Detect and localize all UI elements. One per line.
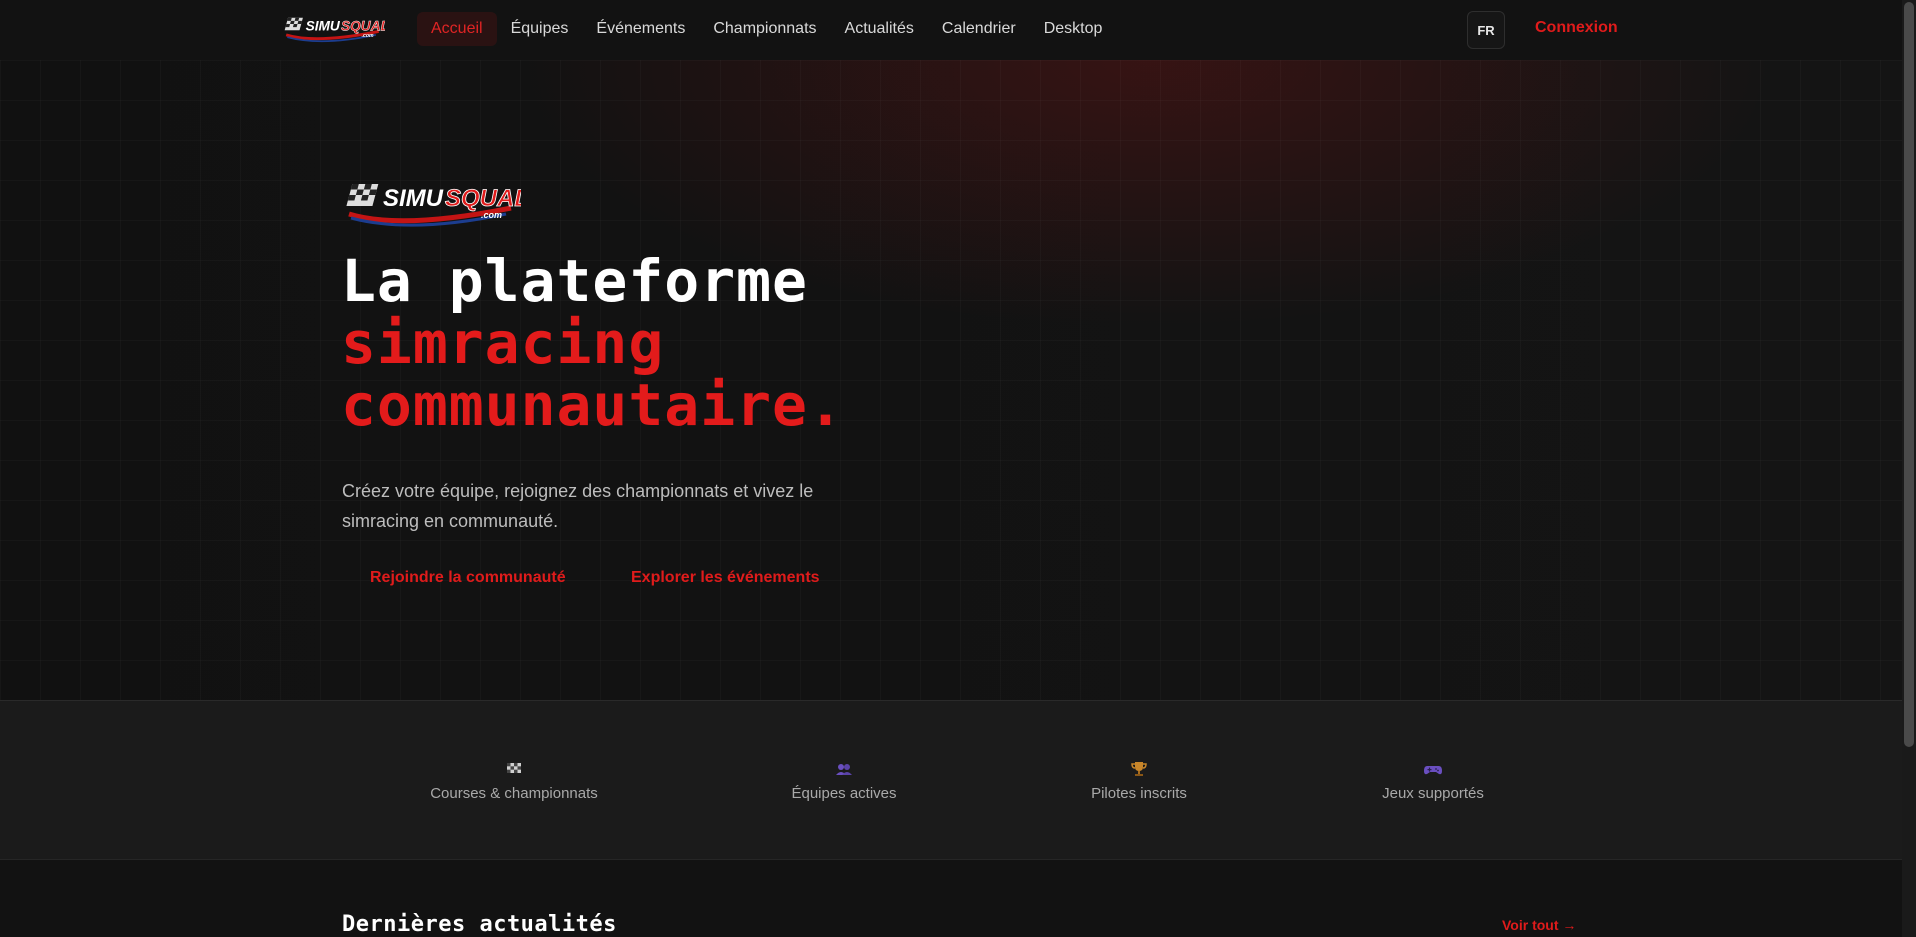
language-switcher-button[interactable]: FR [1467, 11, 1505, 49]
svg-text:SIMU: SIMU [383, 185, 444, 212]
svg-text:SQUAD: SQUAD [341, 18, 385, 33]
stat-label: Courses & championnats [430, 785, 598, 802]
stat-teams: Équipes actives [724, 759, 964, 803]
hero-title-line-3: communautaire. [341, 371, 844, 439]
login-link[interactable]: Connexion [1535, 19, 1618, 37]
stat-label: Équipes actives [791, 785, 897, 802]
simusquad-logo[interactable]: SIMU SQUAD .com [281, 12, 385, 44]
see-all-news-link[interactable]: Voir tout → [1502, 917, 1576, 933]
hero-title: La plateforme simracing communautaire. [341, 250, 844, 436]
nav-link-calendrier[interactable]: Calendrier [928, 12, 1030, 46]
simusquad-hero-logo: SIMU SQUAD .com [346, 184, 521, 227]
nav-link-equipes[interactable]: Équipes [497, 12, 583, 46]
svg-text:SIMU: SIMU [306, 18, 341, 33]
svg-text:SQUAD: SQUAD [445, 185, 521, 212]
nav-link-evenements[interactable]: Événements [582, 12, 699, 46]
nav-link-desktop[interactable]: Desktop [1030, 12, 1117, 46]
news-section-title: Dernières actualités [342, 912, 617, 937]
svg-text:.com: .com [362, 33, 374, 39]
stat-label: Pilotes inscrits [1091, 785, 1187, 802]
hero-section: SIMU SQUAD .com La plateforme simracing … [0, 60, 1916, 700]
trophy-icon [1131, 762, 1147, 776]
hero-grid-background [0, 60, 1916, 700]
join-community-button[interactable]: Rejoindre la communauté [370, 569, 566, 587]
nav-link-accueil[interactable]: Accueil [417, 12, 497, 46]
hero-title-line-1: La plateforme [341, 247, 808, 315]
scrollbar-thumb[interactable] [1904, 2, 1914, 747]
users-icon [836, 764, 852, 775]
hero-subtitle: Créez votre équipe, rejoignez des champi… [342, 481, 814, 531]
svg-text:.com: .com [481, 210, 502, 220]
nav-link-championnats[interactable]: Championnats [699, 12, 830, 46]
stat-drivers: Pilotes inscrits [1019, 759, 1259, 803]
main-nav: Accueil Équipes Événements Championnats … [417, 0, 1116, 58]
stats-strip: Courses & championnats Équipes actives P… [0, 700, 1916, 860]
hero-title-line-2: simracing [341, 309, 665, 377]
stat-races: Courses & championnats [394, 759, 634, 803]
page-scrollbar[interactable] [1902, 0, 1916, 937]
nav-link-actualites[interactable]: Actualités [831, 12, 928, 46]
explore-events-button[interactable]: Explorer les événements [631, 569, 820, 587]
stat-games: Jeux supportés [1313, 759, 1553, 803]
stat-label: Jeux supportés [1382, 785, 1484, 802]
checkered-flag-icon [507, 763, 521, 773]
top-navbar: SIMU SQUAD .com Accueil Équipes Événemen… [0, 0, 1916, 61]
gamepad-icon [1424, 766, 1442, 775]
